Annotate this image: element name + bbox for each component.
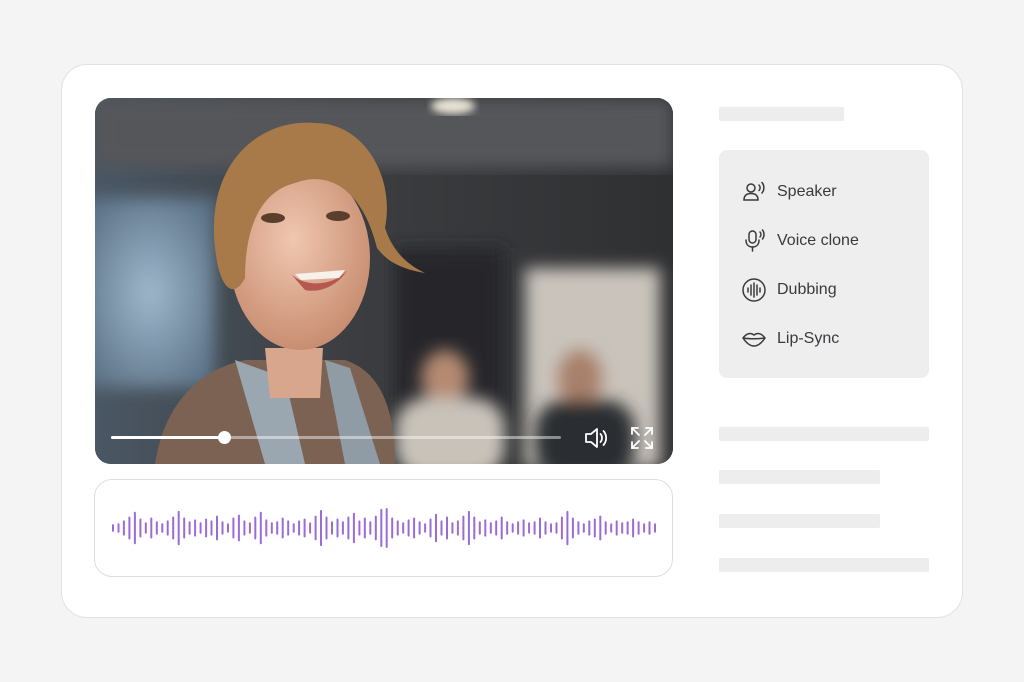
- menu-item-label: Voice clone: [777, 232, 859, 249]
- microphone-icon: [745, 229, 765, 252]
- waveform-graphic: [112, 508, 656, 548]
- audio-waveform[interactable]: [94, 479, 673, 577]
- video-player[interactable]: [95, 98, 673, 464]
- placeholder-line: [719, 470, 880, 484]
- lips-icon: [742, 332, 766, 347]
- speaker-person-icon: [743, 181, 765, 201]
- placeholder-line: [719, 427, 929, 441]
- menu-item-dubbing[interactable]: Dubbing: [741, 277, 837, 303]
- menu-item-label: Lip-Sync: [777, 330, 840, 347]
- progress-bar[interactable]: [111, 431, 561, 444]
- placeholder-line: [719, 514, 880, 528]
- menu-item-speaker[interactable]: Speaker: [741, 179, 837, 205]
- progress-handle[interactable]: [217, 431, 231, 444]
- feature-menu: Speaker Voice clone Dubbing Lip-Sync: [719, 150, 929, 378]
- menu-item-lip-sync[interactable]: Lip-Sync: [741, 326, 839, 352]
- progress-fill: [111, 436, 224, 439]
- fullscreen-icon[interactable]: [628, 424, 656, 452]
- volume-icon[interactable]: [582, 424, 610, 452]
- menu-item-label: Speaker: [777, 183, 837, 200]
- menu-item-voice-clone[interactable]: Voice clone: [741, 228, 859, 254]
- placeholder-line: [719, 558, 929, 572]
- video-frame-image: [95, 98, 673, 464]
- sound-wave-icon: [742, 278, 766, 302]
- menu-item-label: Dubbing: [777, 281, 837, 298]
- placeholder-title: [719, 107, 844, 121]
